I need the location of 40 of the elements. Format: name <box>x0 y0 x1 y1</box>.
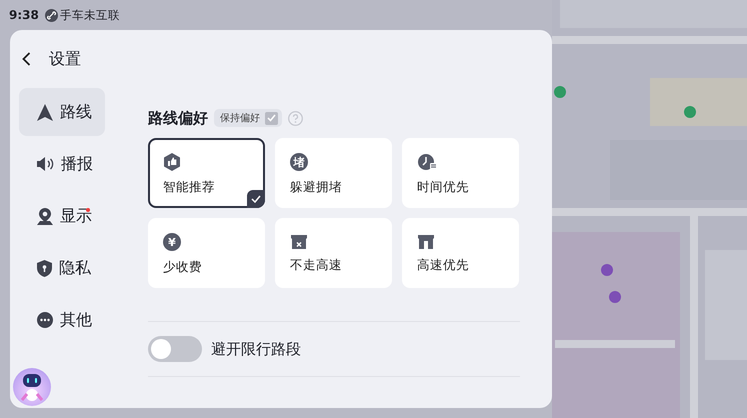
route-option-card[interactable]: ¥ 少收费 <box>148 218 265 288</box>
back-icon[interactable] <box>22 52 31 66</box>
route-option-card[interactable]: 高速优先 <box>402 218 519 288</box>
route-option-card[interactable]: 堵 躲避拥堵 <box>275 138 392 208</box>
link-icon <box>44 8 58 22</box>
connection-status: 手车未互联 <box>60 8 120 22</box>
yen-icon: ¥ <box>163 233 181 251</box>
no-highway-icon <box>290 233 308 249</box>
checkbox[interactable] <box>265 112 278 124</box>
help-icon[interactable] <box>288 110 303 126</box>
keep-preference-label: 保持偏好 <box>220 112 260 125</box>
toggle-label: 避开限行路段 <box>211 340 301 358</box>
congestion-icon: 堵 <box>290 153 308 171</box>
sidebar-item[interactable]: 其他 <box>19 296 105 344</box>
option-label: 高速优先 <box>417 257 470 274</box>
robot-assistant-icon[interactable] <box>13 368 51 406</box>
route-option-card[interactable]: 不走高速 <box>275 218 392 288</box>
thumbs-up-icon <box>163 153 181 171</box>
selected-check-icon <box>247 190 265 208</box>
option-label: 躲避拥堵 <box>290 179 343 196</box>
sidebar-item[interactable]: 隐私 <box>19 244 105 292</box>
route-option-card[interactable]: 智能推荐 <box>148 138 265 208</box>
location-pin-icon <box>37 208 53 224</box>
clock-time: 9:38 <box>9 8 39 22</box>
section-title: 路线偏好 <box>148 108 208 128</box>
navigation-arrow-icon <box>37 104 53 120</box>
sidebar-item[interactable]: 播报 <box>19 140 105 188</box>
speaker-icon <box>37 157 54 171</box>
option-label: 智能推荐 <box>163 179 216 196</box>
option-label: 不走高速 <box>290 257 343 274</box>
more-icon <box>37 312 53 328</box>
shield-icon <box>37 260 52 276</box>
clock-icon <box>417 153 439 171</box>
route-option-card[interactable]: 时间优先 <box>402 138 519 208</box>
toggle-switch[interactable] <box>148 336 202 362</box>
sidebar-item[interactable]: 路线 <box>19 88 105 136</box>
page-title: 设置 <box>49 48 81 70</box>
option-label: 少收费 <box>163 259 203 276</box>
highway-gate-icon <box>417 233 435 249</box>
option-label: 时间优先 <box>417 179 470 196</box>
